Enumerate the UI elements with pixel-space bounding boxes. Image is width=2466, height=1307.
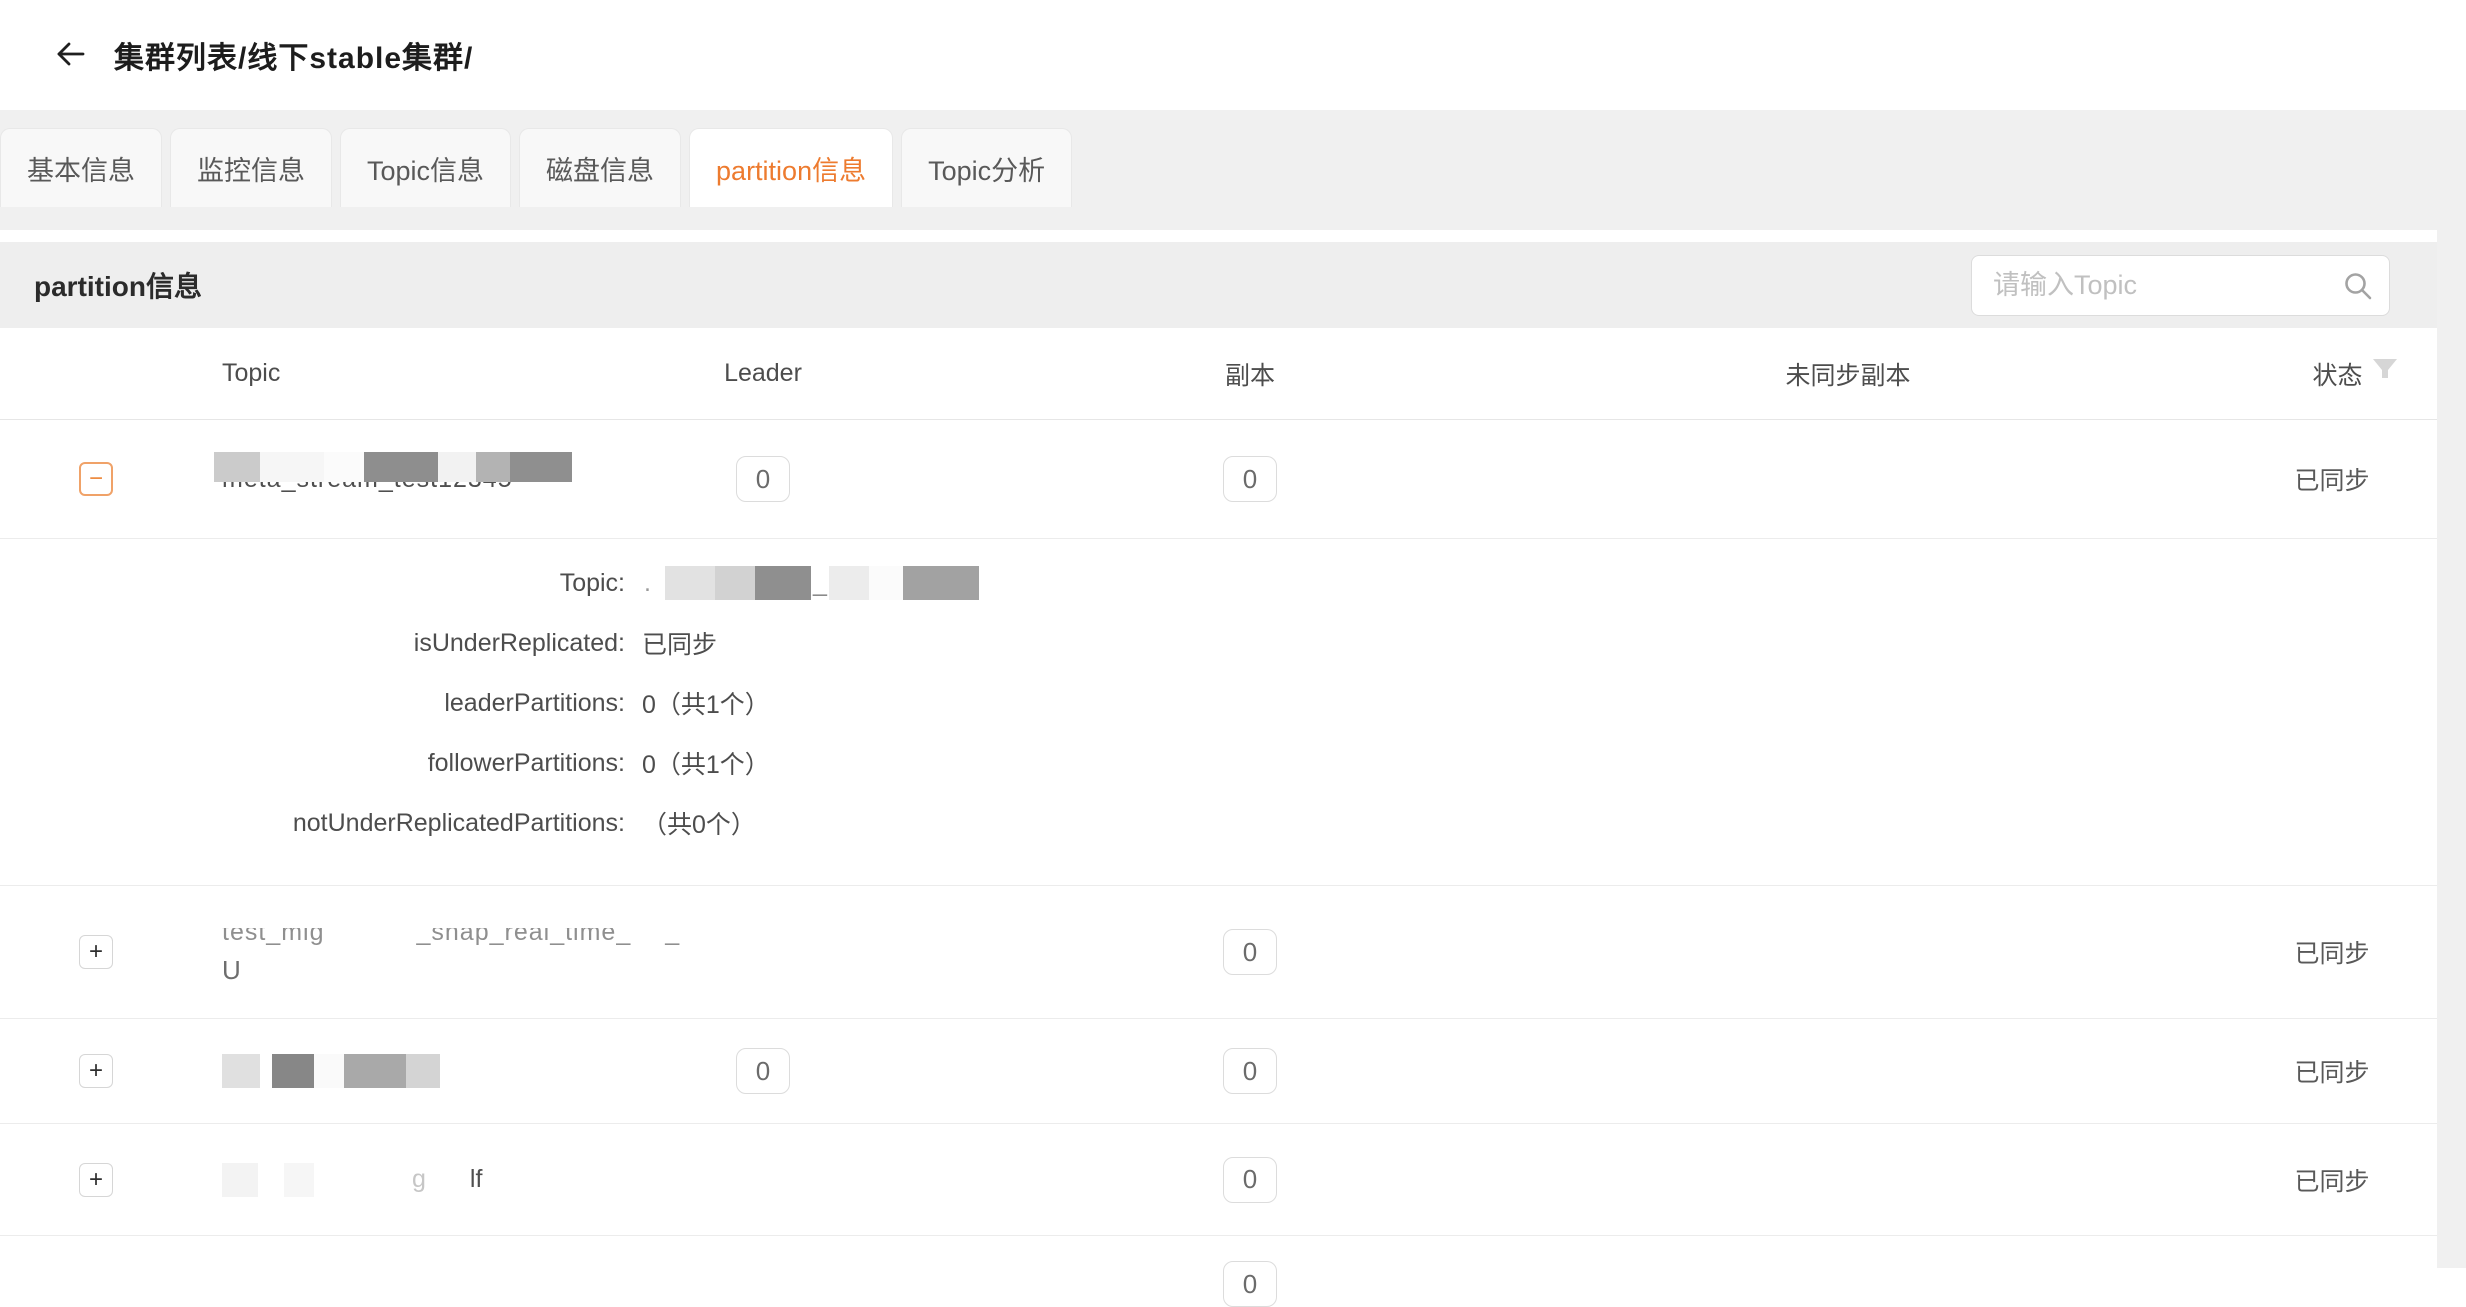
table-row: + test_mig_snap_real_time__ U 0 已同步 [0, 886, 2437, 1019]
redaction-segment [314, 1163, 410, 1197]
redaction-segment [476, 452, 510, 482]
redacted-topic-value: ._ [642, 563, 979, 603]
column-header-unsynced: 未同步副本 [1730, 328, 1966, 419]
redaction-segment [755, 566, 811, 600]
redaction-segment [222, 1054, 260, 1088]
tab-disk-info[interactable]: 磁盘信息 [519, 128, 681, 207]
detail-value: 0（共1个） [642, 745, 770, 781]
status-text: 已同步 [2294, 461, 2369, 497]
status-text: 已同步 [2294, 934, 2369, 970]
redaction-segment [258, 1163, 284, 1197]
expand-row-button[interactable]: + [79, 1054, 113, 1088]
page-body: 基本信息 监控信息 Topic信息 磁盘信息 partition信息 Topic… [0, 110, 2466, 1268]
redacted-topic-name [222, 1051, 440, 1091]
section-title: partition信息 [34, 265, 202, 305]
redaction-segment [903, 566, 979, 600]
table-header: Topic Leader 副本 未同步副本 状态 [0, 328, 2437, 420]
table-row: + g lf 0 已同步 [0, 1124, 2437, 1236]
collapse-row-button[interactable]: − [79, 462, 113, 496]
detail-value: （共0个） [642, 805, 756, 841]
column-header-replica: 副本 [1188, 328, 1312, 419]
status-header-label: 状态 [2312, 356, 2362, 392]
filter-funnel-icon[interactable] [2372, 358, 2398, 389]
expand-row-button[interactable]: + [79, 935, 113, 969]
section-bar: partition信息 [0, 242, 2437, 328]
redaction-segment [260, 1054, 272, 1088]
detail-label: followerPartitions: [0, 749, 625, 778]
redaction-segment [438, 452, 476, 482]
redaction-segment: . [644, 569, 651, 598]
column-header-status: 状态 [2295, 328, 2415, 419]
tab-partition-info[interactable]: partition信息 [689, 128, 893, 207]
redaction-segment: lf [470, 1165, 483, 1194]
redaction-segment [344, 1054, 406, 1088]
column-header-topic: Topic [222, 328, 742, 419]
tab-strip: 基本信息 监控信息 Topic信息 磁盘信息 partition信息 Topic… [0, 110, 2466, 230]
redaction-segment [428, 1163, 468, 1197]
column-header-leader: Leader [701, 328, 825, 419]
redaction-segment [324, 452, 364, 482]
detail-row: Topic: ._ [0, 553, 2437, 613]
detail-row: leaderPartitions: 0（共1个） [0, 673, 2437, 733]
spacer [0, 230, 2437, 242]
redaction-segment [314, 1054, 344, 1088]
redaction-segment: g [412, 1165, 426, 1194]
detail-label: isUnderReplicated: [0, 629, 625, 658]
tab-topic-analysis[interactable]: Topic分析 [901, 128, 1072, 207]
redaction-segment [653, 566, 665, 600]
redaction-segment [665, 566, 715, 600]
detail-value: 0（共1个） [642, 685, 770, 721]
table-row: + 0 0 已同步 [0, 1019, 2437, 1124]
topic-search-input[interactable] [1971, 255, 2390, 316]
redaction-segment [260, 452, 324, 482]
detail-value: 已同步 [642, 625, 717, 661]
table-row: − meta_stream_test12345 0 0 已同步 [0, 420, 2437, 539]
redaction-segment [829, 566, 869, 600]
replica-count-badge: 0 [1223, 456, 1277, 502]
tab-monitor-info[interactable]: 监控信息 [170, 128, 332, 207]
title-bar: 集群列表/线下stable集群/ [0, 0, 2466, 110]
table-row: 0 [0, 1236, 2437, 1268]
tab-topic-info[interactable]: Topic信息 [340, 128, 511, 207]
redaction-segment [364, 452, 438, 482]
redaction-segment: _ [813, 569, 827, 598]
replica-count-badge: 0 [1223, 929, 1277, 975]
status-text: 已同步 [2294, 1162, 2369, 1198]
redaction-segment [214, 452, 260, 482]
detail-label: notUnderReplicatedPartitions: [0, 809, 625, 838]
redacted-topic-name: g lf [222, 1160, 484, 1200]
redaction-segment [272, 1054, 314, 1088]
page-title: 集群列表/线下stable集群/ [114, 33, 473, 77]
redaction-segment [715, 566, 755, 600]
redaction-segment [222, 1163, 258, 1197]
detail-row: notUnderReplicatedPartitions: （共0个） [0, 793, 2437, 853]
detail-label: leaderPartitions: [0, 689, 625, 718]
replica-count-badge: 0 [1223, 1048, 1277, 1094]
search-icon[interactable] [2342, 270, 2374, 307]
redaction-segment [869, 566, 903, 600]
redacted-topic-name: meta_stream_test12345 [222, 465, 513, 494]
redacted-topic-name: test_mig_snap_real_time__ U [222, 918, 680, 986]
detail-label: Topic: [0, 569, 625, 598]
detail-row: followerPartitions: 0（共1个） [0, 733, 2437, 793]
tab-basic-info[interactable]: 基本信息 [0, 128, 162, 207]
redaction-segment [284, 1163, 314, 1197]
back-button[interactable] [48, 33, 92, 77]
content-panel: partition信息 Topic Leader 副本 未同步副本 状态 [0, 230, 2437, 1268]
arrow-left-icon [52, 36, 88, 75]
expand-row-button[interactable]: + [79, 1163, 113, 1197]
replica-count-badge: 0 [1223, 1157, 1277, 1203]
leader-count-badge: 0 [736, 1048, 790, 1094]
redaction-segment [510, 452, 572, 482]
topic-search [1971, 255, 2390, 316]
detail-row: isUnderReplicated: 已同步 [0, 613, 2437, 673]
leader-count-badge: 0 [736, 456, 790, 502]
expanded-row-detail: Topic: ._ isUnderReplicated: 已同步 leaderP… [0, 539, 2437, 886]
status-text: 已同步 [2294, 1053, 2369, 1089]
redaction-segment [406, 1054, 440, 1088]
